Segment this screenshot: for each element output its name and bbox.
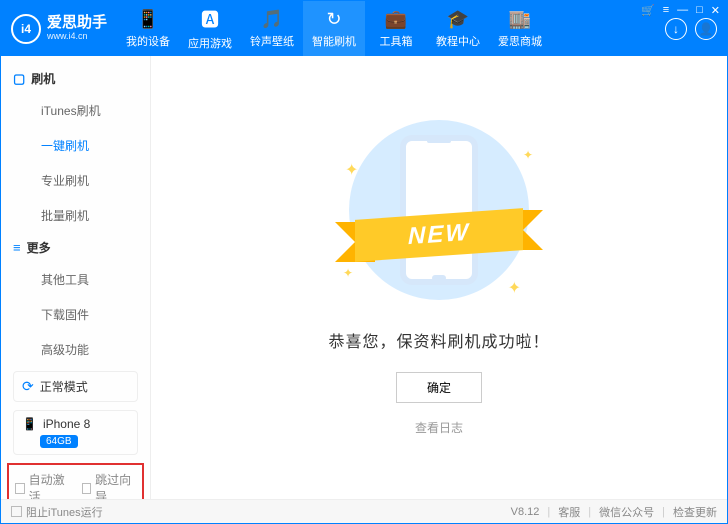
- shop-icon: 🏬: [509, 9, 531, 30]
- sparkle-icon: ✦: [343, 266, 353, 280]
- menu-icon[interactable]: ≡: [663, 4, 669, 17]
- app-logo: i4 爱思助手 www.i4.cn: [1, 14, 117, 44]
- sidebar-section-flash: ▢ 刷机: [1, 64, 150, 93]
- nav-label: 应用游戏: [188, 35, 232, 51]
- nav-shop[interactable]: 🏬 爱思商城: [489, 1, 551, 56]
- nav-label: 我的设备: [126, 33, 170, 49]
- logo-title: 爱思助手: [47, 15, 107, 32]
- block-itunes-label: 阻止iTunes运行: [26, 504, 103, 520]
- window-controls: 🛒 ≡ — □ ✕: [641, 4, 720, 17]
- device-name: iPhone 8: [43, 417, 90, 431]
- nav-ringtone-wallpaper[interactable]: 🎵 铃声壁纸: [241, 1, 303, 56]
- sidebar-item-itunes-flash[interactable]: iTunes刷机: [1, 93, 150, 128]
- app-header: 🛒 ≡ — □ ✕ i4 爱思助手 www.i4.cn 📱 我的设备 🅰 应用游戏 …: [1, 1, 727, 56]
- sidebar-section-label: 更多: [27, 239, 51, 256]
- check-update-link[interactable]: 检查更新: [673, 504, 717, 520]
- app-footer: 阻止iTunes运行 V8.12 | 客服 | 微信公众号 | 检查更新: [1, 499, 727, 523]
- sidebar-item-download-firmware[interactable]: 下载固件: [1, 297, 150, 332]
- more-icon: ≡: [13, 240, 21, 255]
- nav-apps-games[interactable]: 🅰 应用游戏: [179, 1, 241, 56]
- version-label: V8.12: [511, 506, 540, 518]
- success-illustration: ✦ ✦ ✦ ✦ NEW: [339, 120, 539, 310]
- view-log-link[interactable]: 查看日志: [415, 419, 463, 436]
- minimize-icon[interactable]: —: [677, 4, 688, 17]
- wechat-link[interactable]: 微信公众号: [599, 504, 654, 520]
- logo-badge: i4: [11, 14, 41, 44]
- skip-wizard-checkbox[interactable]: 跳过向导: [82, 471, 137, 499]
- device-info: 📱 iPhone 8 64GB: [13, 410, 138, 455]
- skip-wizard-label: 跳过向导: [95, 471, 136, 499]
- book-icon: 🎓: [447, 9, 469, 30]
- block-itunes-checkbox[interactable]: 阻止iTunes运行: [11, 504, 103, 520]
- nav-label: 铃声壁纸: [250, 33, 294, 49]
- support-link[interactable]: 客服: [558, 504, 580, 520]
- nav-label: 教程中心: [436, 33, 480, 49]
- toolbox-icon: 💼: [385, 9, 407, 30]
- main-content: ✦ ✦ ✦ ✦ NEW 恭喜您，保资料刷机成功啦！ 确定 查看日志: [151, 56, 727, 499]
- logo-subtitle: www.i4.cn: [47, 32, 107, 42]
- maximize-icon[interactable]: □: [696, 4, 703, 17]
- sidebar-item-oneclick-flash[interactable]: 一键刷机: [1, 128, 150, 163]
- nav-label: 工具箱: [380, 33, 413, 49]
- app-icon: 🅰: [201, 6, 219, 32]
- sync-icon: ⟳: [22, 378, 34, 395]
- device-mode-label: 正常模式: [40, 378, 88, 395]
- sparkle-icon: ✦: [523, 148, 533, 162]
- bottom-options-highlight: 自动激活 跳过向导: [7, 463, 144, 499]
- refresh-icon: ↻: [326, 9, 341, 30]
- nav-toolbox[interactable]: 💼 工具箱: [365, 1, 427, 56]
- download-button[interactable]: ↓: [665, 18, 687, 40]
- close-icon[interactable]: ✕: [711, 4, 720, 17]
- nav-label: 爱思商城: [498, 33, 542, 49]
- nav-smart-flash[interactable]: ↻ 智能刷机: [303, 1, 365, 56]
- auto-activate-label: 自动激活: [29, 471, 70, 499]
- nav-tutorials[interactable]: 🎓 教程中心: [427, 1, 489, 56]
- sidebar: ▢ 刷机 iTunes刷机 一键刷机 专业刷机 批量刷机 ≡ 更多 其他工具 下载固…: [1, 56, 151, 499]
- ok-button[interactable]: 确定: [396, 372, 482, 403]
- sparkle-icon: ✦: [508, 278, 521, 298]
- sidebar-section-more: ≡ 更多: [1, 233, 150, 262]
- sidebar-section-label: 刷机: [31, 70, 55, 87]
- nav-my-device[interactable]: 📱 我的设备: [117, 1, 179, 56]
- device-mode-status: ⟳ 正常模式: [13, 371, 138, 402]
- success-message: 恭喜您，保资料刷机成功啦！: [328, 328, 549, 352]
- device-icon: 📱: [22, 417, 37, 431]
- phone-icon: 📱: [137, 9, 159, 30]
- ribbon-new: NEW: [355, 208, 523, 262]
- flash-icon: ▢: [13, 71, 25, 87]
- sidebar-item-other-tools[interactable]: 其他工具: [1, 262, 150, 297]
- sidebar-item-advanced[interactable]: 高级功能: [1, 332, 150, 367]
- top-nav: 📱 我的设备 🅰 应用游戏 🎵 铃声壁纸 ↻ 智能刷机 💼 工具箱 🎓 教程中心 🏬 爱思商城: [117, 1, 551, 56]
- sidebar-item-batch-flash[interactable]: 批量刷机: [1, 198, 150, 233]
- device-storage-badge: 64GB: [40, 435, 78, 448]
- user-button[interactable]: 👤: [695, 18, 717, 40]
- auto-activate-checkbox[interactable]: 自动激活: [15, 471, 70, 499]
- cart-icon[interactable]: 🛒: [641, 4, 655, 17]
- note-icon: 🎵: [261, 9, 283, 30]
- sparkle-icon: ✦: [345, 160, 358, 180]
- sidebar-item-pro-flash[interactable]: 专业刷机: [1, 163, 150, 198]
- nav-label: 智能刷机: [312, 33, 356, 49]
